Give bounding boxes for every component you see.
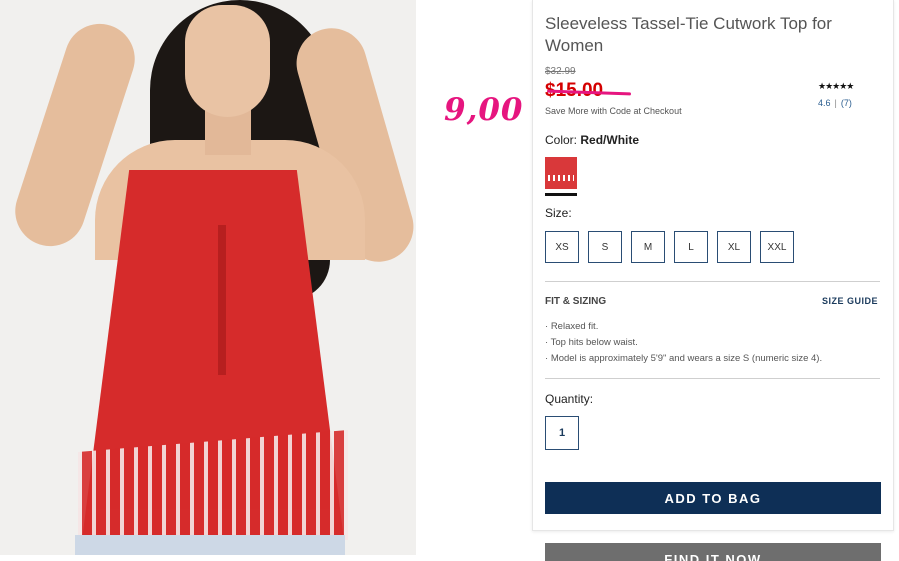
size-option-l[interactable]: L xyxy=(674,231,708,263)
divider xyxy=(545,281,880,282)
quantity-input[interactable]: 1 xyxy=(545,416,579,450)
swatch-pattern xyxy=(548,175,574,181)
model-face xyxy=(185,5,270,117)
review-count[interactable]: (7) xyxy=(841,98,852,108)
model-jeans xyxy=(75,535,345,555)
fit-detail-item: Top hits below waist. xyxy=(545,335,822,351)
fit-details-list: Relaxed fit. Top hits below waist. Model… xyxy=(545,319,822,367)
size-options: XS S M L XL XXL xyxy=(545,231,794,263)
product-title: Sleeveless Tassel-Tie Cutwork Top for Wo… xyxy=(545,14,832,55)
fit-sizing-heading: FIT & SIZING xyxy=(545,296,607,307)
rating-score: 4.6 xyxy=(818,98,831,108)
add-to-bag-button[interactable]: ADD TO BAG xyxy=(545,482,881,514)
size-option-xs[interactable]: XS xyxy=(545,231,579,263)
color-label: Color: xyxy=(545,133,578,147)
color-value: Red/White xyxy=(580,133,640,147)
find-it-now-button[interactable]: FIND IT NOW xyxy=(545,543,881,561)
size-guide-link[interactable]: SIZE GUIDE xyxy=(822,296,878,306)
color-swatch-red-white[interactable] xyxy=(545,157,577,189)
size-option-xxl[interactable]: XXL xyxy=(760,231,794,263)
swatch-selected-indicator xyxy=(545,193,577,196)
rating-stars-icon[interactable]: ★★★★★ xyxy=(818,81,854,92)
product-details-panel: Sleeveless Tassel-Tie Cutwork Top for Wo… xyxy=(532,0,894,531)
tassel-tie xyxy=(218,225,226,375)
promo-text: Save More with Code at Checkout xyxy=(545,106,682,116)
handwritten-price-annotation: 9,00 xyxy=(444,92,524,128)
fit-detail-item: Model is approximately 5'9" and wears a … xyxy=(545,351,822,367)
color-row: Color: Red/White xyxy=(545,133,639,147)
size-option-m[interactable]: M xyxy=(631,231,665,263)
divider xyxy=(545,378,880,379)
size-option-xl[interactable]: XL xyxy=(717,231,751,263)
fit-detail-item: Relaxed fit. xyxy=(545,319,822,335)
size-option-s[interactable]: S xyxy=(588,231,622,263)
product-image[interactable] xyxy=(0,0,416,555)
original-price: $32.99 xyxy=(545,66,576,77)
size-label: Size: xyxy=(545,206,572,220)
rating-summary[interactable]: 4.6 | (7) xyxy=(818,98,852,108)
quantity-label: Quantity: xyxy=(545,392,594,406)
